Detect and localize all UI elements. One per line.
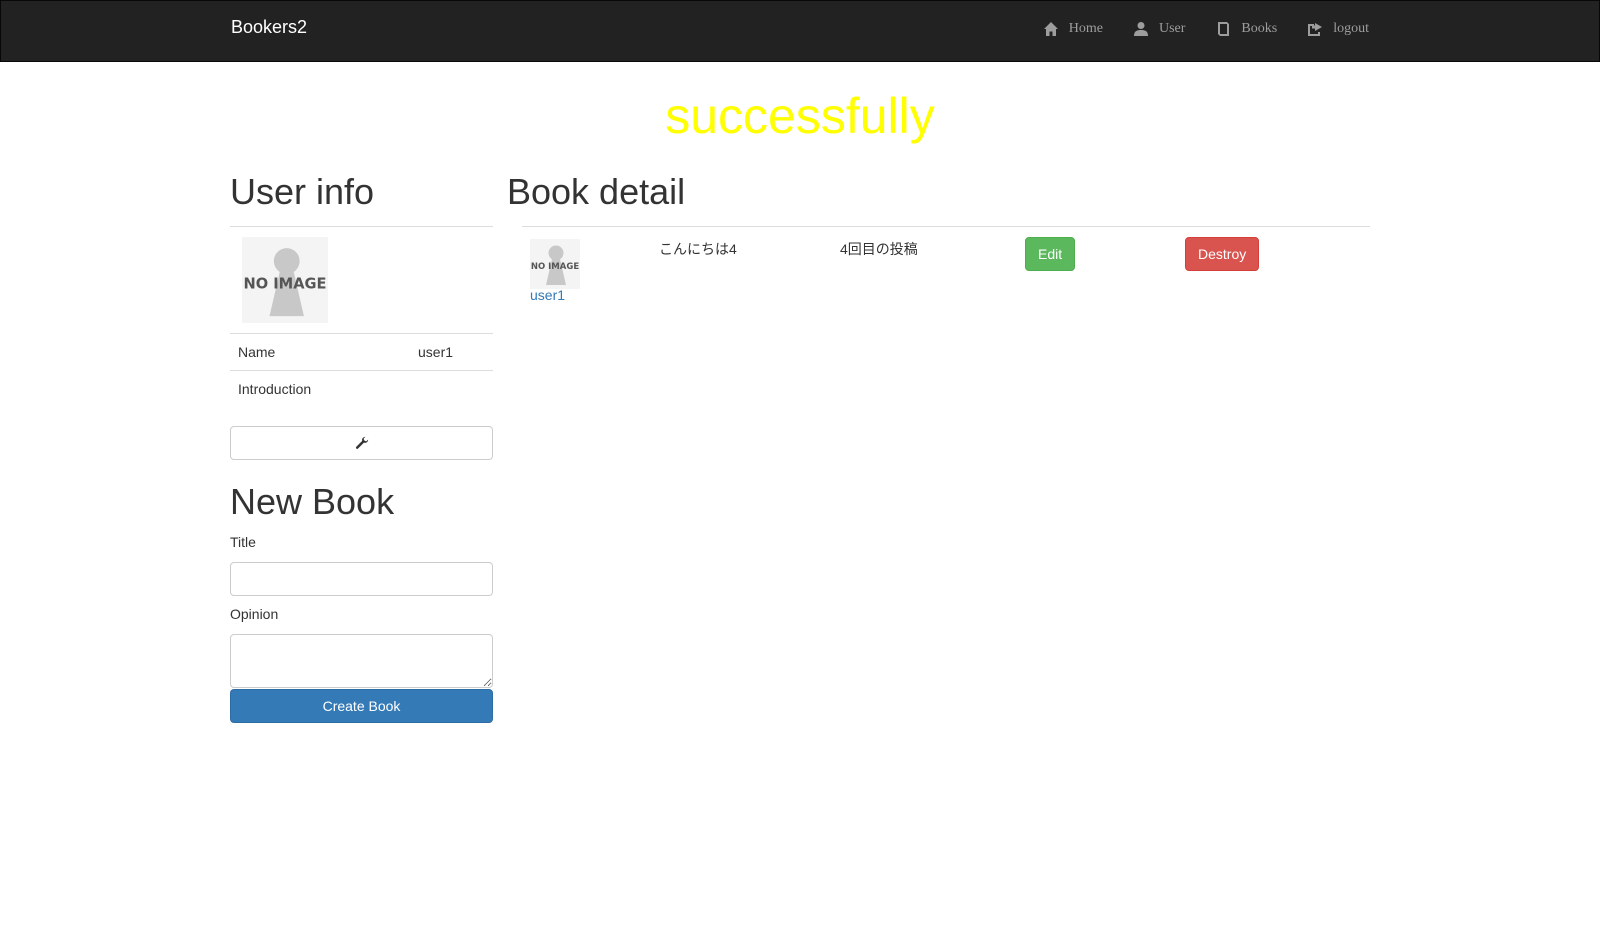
user-info-column: User info NO IMAGE Name user1 Introducti… (230, 170, 493, 723)
book-user-link[interactable]: user1 (530, 287, 565, 303)
user-name-label: Name (230, 333, 410, 371)
nav-user-link[interactable]: User (1133, 18, 1185, 40)
user-name-value: user1 (410, 333, 493, 371)
book-title: こんにちは4 (659, 241, 737, 257)
book-row: NO IMAGE user1 こんにちは4 4回目の投稿 Edit Destro… (522, 227, 1370, 317)
book-user-avatar: NO IMAGE (530, 239, 580, 289)
book-detail-title: Book detail (507, 171, 686, 212)
book-body: 4回目の投稿 (840, 241, 918, 257)
title-input[interactable] (230, 561, 493, 596)
user-introduction-value (410, 370, 493, 408)
user-introduction-row: Introduction (230, 370, 493, 408)
no-image-text: NO IMAGE (244, 276, 327, 293)
user-introduction-label: Introduction (230, 370, 410, 408)
user-info-title: User info (230, 171, 375, 212)
opinion-textarea[interactable] (230, 633, 493, 688)
wrench-icon (355, 436, 368, 449)
navbar: Bookers2 Home User Books logout (0, 0, 1600, 62)
nav-logout-label: logout (1333, 21, 1369, 36)
nav-home-link[interactable]: Home (1043, 18, 1103, 40)
create-book-button[interactable]: Create Book (230, 688, 493, 723)
home-icon (1043, 22, 1058, 36)
nav-user-label: User (1158, 21, 1186, 36)
nav-home-label: Home (1068, 21, 1103, 36)
logout-icon (1308, 23, 1323, 36)
user-name-row: Name user1 (230, 333, 493, 371)
new-book-title: New Book (230, 480, 395, 522)
user-icon (1133, 22, 1148, 36)
no-image-text: NO IMAGE (531, 262, 579, 272)
edit-user-button[interactable] (230, 425, 493, 460)
no-image-placeholder: NO IMAGE (530, 239, 580, 289)
title-label: Title (230, 533, 256, 550)
user-info-table: Name user1 Introduction (230, 333, 493, 408)
user-avatar: NO IMAGE (242, 237, 328, 323)
opinion-label: Opinion (230, 605, 279, 622)
destroy-book-button[interactable]: Destroy (1185, 237, 1260, 271)
flash-notice: successfully (665, 88, 935, 144)
nav-logout-link[interactable]: logout (1307, 18, 1369, 40)
nav-books-label: Books (1241, 21, 1278, 36)
edit-book-button[interactable]: Edit (1025, 237, 1076, 271)
book-icon (1218, 22, 1230, 36)
brand-link[interactable]: Bookers2 (231, 16, 307, 38)
divider (230, 226, 493, 227)
nav-books-link[interactable]: Books (1215, 18, 1277, 40)
nav-links: Home User Books logout (1043, 18, 1369, 40)
no-image-placeholder: NO IMAGE (242, 237, 328, 323)
book-detail-column: Book detail NO IMAGE user1 こんにちは4 4回目の投稿… (507, 170, 1370, 317)
